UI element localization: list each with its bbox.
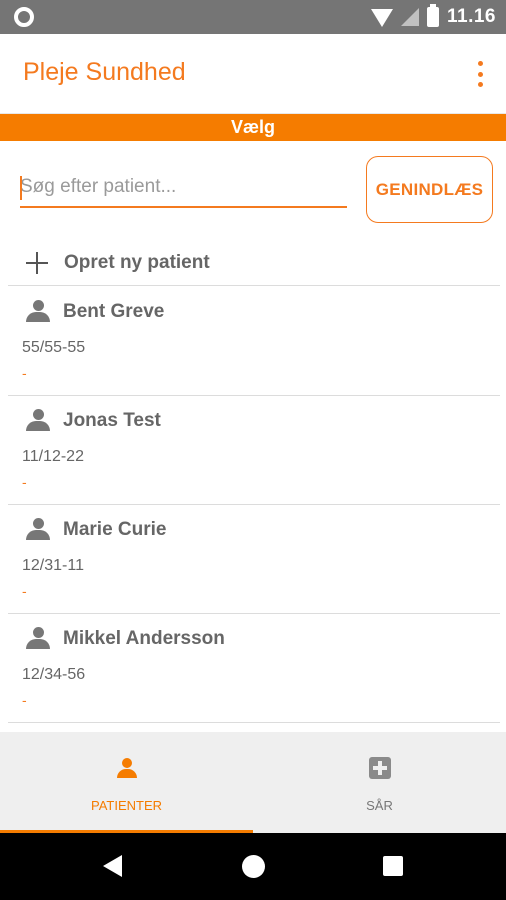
list-item[interactable]: Bent Greve 55/55-55 -: [8, 287, 500, 396]
tab-patients-label: PATIENTER: [90, 798, 163, 813]
list-item[interactable]: Mikkel Andersson 12/34-56 -: [8, 614, 500, 723]
tab-wounds[interactable]: SÅR: [253, 732, 506, 833]
patient-id: 12/31-11: [22, 557, 84, 574]
create-patient-button[interactable]: Opret ny patient: [8, 240, 500, 286]
list-item[interactable]: Jonas Test 11/12-22 -: [8, 396, 500, 505]
person-icon: [26, 627, 50, 649]
signal-icon: [401, 8, 419, 26]
battery-charging-icon: [427, 4, 439, 27]
section-banner: Vælg: [0, 114, 506, 141]
status-bar: 11.16: [0, 0, 506, 34]
patient-id: 55/55-55: [22, 339, 86, 356]
menu-dot: [477, 61, 483, 66]
system-navigation-bar: [0, 833, 506, 900]
bottom-navigation: PATIENTER SÅR: [0, 732, 506, 833]
recents-icon[interactable]: [383, 856, 403, 876]
person-icon: [26, 518, 50, 540]
patient-extra: -: [22, 692, 27, 708]
plus-icon: [26, 251, 48, 274]
home-icon[interactable]: [242, 855, 265, 878]
menu-dot: [477, 82, 483, 87]
list-item[interactable]: Marie Curie 12/31-11 -: [8, 505, 500, 614]
status-icons: 11.16: [371, 0, 496, 34]
patient-name: Jonas Test: [63, 410, 161, 431]
overflow-menu-icon[interactable]: [476, 61, 484, 87]
patient-extra: -: [22, 365, 27, 381]
patient-extra: -: [22, 583, 27, 599]
patient-name: Bent Greve: [63, 301, 165, 322]
person-icon: [26, 300, 50, 322]
sync-circle-icon: [14, 7, 34, 27]
search-input[interactable]: [20, 172, 347, 208]
patient-id: 11/12-22: [22, 448, 84, 465]
reload-button[interactable]: GENINDLÆS: [366, 156, 493, 223]
app-title: Pleje Sundhed: [23, 58, 186, 86]
medical-cross-icon: [369, 757, 391, 779]
person-icon: [26, 409, 50, 431]
create-patient-label: Opret ny patient: [64, 251, 210, 273]
menu-dot: [477, 71, 483, 77]
wifi-icon: [371, 9, 393, 27]
status-time: 11.16: [447, 6, 496, 27]
patient-extra: -: [22, 474, 27, 490]
app-bar: Pleje Sundhed: [0, 34, 506, 114]
patient-name: Marie Curie: [63, 519, 167, 540]
text-cursor: [20, 176, 22, 200]
back-icon[interactable]: [103, 855, 122, 877]
patient-id: 12/34-56: [22, 666, 86, 683]
patient-list: Bent Greve 55/55-55 - Jonas Test 11/12-2…: [8, 287, 500, 723]
tab-wounds-label: SÅR: [366, 798, 393, 813]
patient-name: Mikkel Andersson: [63, 628, 225, 649]
tab-patients[interactable]: PATIENTER: [0, 732, 253, 833]
person-icon: [117, 758, 137, 778]
